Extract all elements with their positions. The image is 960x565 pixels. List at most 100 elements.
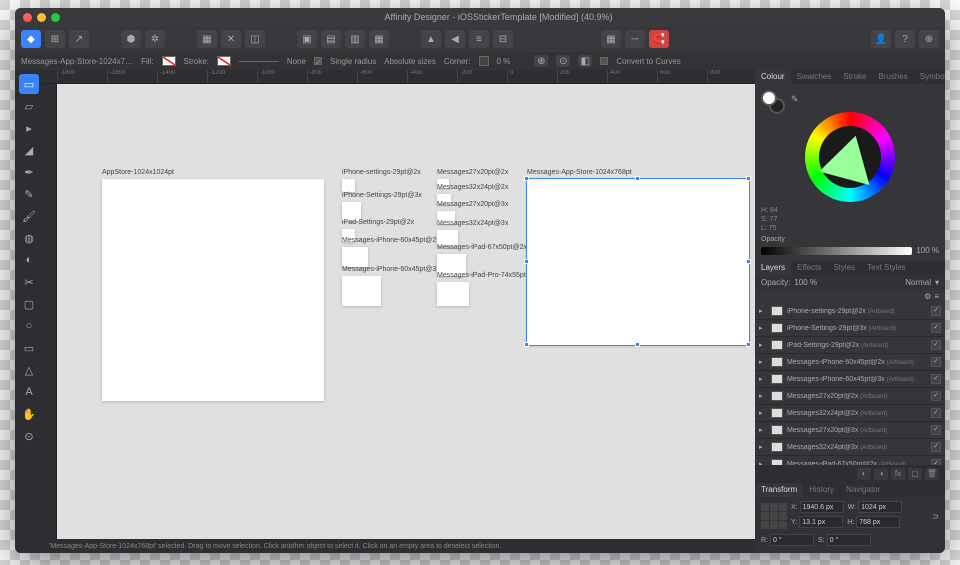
toolbar-account[interactable]: 👤 (871, 30, 891, 48)
expand-icon[interactable]: ▸ (759, 392, 767, 400)
artboard-label[interactable]: Messages-App-Store-1024x768pt (527, 169, 632, 176)
layer-row[interactable]: ▸Messages32x24pt@3x (Artboard)✓ (755, 439, 945, 456)
layer-row[interactable]: ▸iPhone-settings-29pt@2x (Artboard)✓ (755, 303, 945, 320)
link-wh-icon[interactable]: ⊃ (932, 512, 939, 521)
fill-swatch[interactable] (162, 56, 176, 66)
visibility-check[interactable]: ✓ (931, 408, 941, 418)
convert-check[interactable] (600, 57, 608, 65)
visibility-check[interactable]: ✓ (931, 323, 941, 333)
shape-ellipse[interactable]: ○ (19, 316, 39, 336)
expand-icon[interactable]: ▸ (759, 307, 767, 315)
tab-styles[interactable]: Styles (827, 261, 861, 275)
tab-transform[interactable]: Transform (755, 483, 803, 497)
opacity-slider[interactable] (761, 247, 912, 255)
transform-h[interactable] (856, 516, 900, 528)
tab-symbols[interactable]: Symbols (914, 70, 945, 84)
eyedropper-icon[interactable]: ✎ (791, 94, 799, 105)
layer-row[interactable]: ▸Messages27x20pt@3x (Artboard)✓ (755, 422, 945, 439)
shape-other[interactable]: △ (19, 360, 39, 380)
selection-handle[interactable] (746, 176, 751, 181)
expand-icon[interactable]: ▸ (759, 358, 767, 366)
toolbar-prefs[interactable]: ⊕ (919, 30, 939, 48)
layer-row[interactable]: ▸Messages-iPhone-60x45pt@3x (Artboard)✓ (755, 371, 945, 388)
toolbar-defaults[interactable]: ⬢ (121, 30, 141, 48)
selection-handle[interactable] (746, 259, 751, 264)
pencil-tool[interactable]: ✎ (19, 184, 39, 204)
close-window[interactable] (23, 13, 32, 22)
lock-icon[interactable]: ▾ (935, 278, 939, 287)
align-1[interactable]: ≡ (469, 30, 489, 48)
minimize-window[interactable] (37, 13, 46, 22)
artboard-label[interactable]: Messages32x24pt@2x (437, 184, 508, 191)
artboard-label[interactable]: Messages32x24pt@3x (437, 220, 508, 227)
toolbar-sync[interactable]: ✲ (145, 30, 165, 48)
pan-tool[interactable]: ✋ (19, 404, 39, 424)
crop-tool[interactable]: ✂ (19, 272, 39, 292)
transform-r[interactable] (770, 534, 814, 546)
tab-text styles[interactable]: Text Styles (861, 261, 912, 275)
color-wheel[interactable] (805, 112, 895, 202)
artboard-label[interactable]: iPhone-settings-29pt@2x (342, 169, 421, 176)
artboard-label[interactable]: iPhone-Settings-29pt@3x (342, 192, 422, 199)
layer-row[interactable]: ▸iPad-Settings-29pt@2x (Artboard)✓ (755, 337, 945, 354)
artboard-label[interactable]: AppStore-1024x1024pt (102, 169, 174, 176)
snapping[interactable]: ─ (625, 30, 645, 48)
layer-row[interactable]: ▸Messages-iPad-67x50pt@2x (Artboard)✓ (755, 456, 945, 465)
selection-handle[interactable] (524, 342, 529, 347)
node-tool[interactable]: ▸ (19, 118, 39, 138)
expand-icon[interactable]: ▸ (759, 426, 767, 434)
ctx-btn-3[interactable]: ◧ (578, 55, 592, 67)
transform-s[interactable] (827, 534, 871, 546)
expand-icon[interactable]: ▸ (759, 443, 767, 451)
align-2[interactable]: ⊟ (493, 30, 513, 48)
order-front[interactable]: ▦ (369, 30, 389, 48)
visibility-check[interactable]: ✓ (931, 357, 941, 367)
color-swatches[interactable] (761, 90, 783, 112)
artboard-label[interactable]: Messages-iPhone-60x45pt@2x (342, 237, 440, 244)
ctx-btn-2[interactable]: ⊙ (556, 55, 570, 67)
tab-colour[interactable]: Colour (755, 70, 791, 84)
expand-icon[interactable]: ▸ (759, 324, 767, 332)
artboard-label[interactable]: Messages27x20pt@2x (437, 169, 508, 176)
artboard-tool[interactable]: ▱ (19, 96, 39, 116)
order-frontone[interactable]: ▥ (345, 30, 365, 48)
transform-w[interactable] (858, 501, 902, 513)
expand-icon[interactable]: ▸ (759, 341, 767, 349)
corner-type[interactable] (479, 56, 489, 66)
toolbar-help[interactable]: ? (895, 30, 915, 48)
color-picker-tool[interactable]: ⊙ (19, 426, 39, 446)
expand-icon[interactable]: ▸ (759, 375, 767, 383)
force-pixel[interactable]: 🧲 (649, 30, 669, 48)
stroke-swatch[interactable] (217, 56, 231, 66)
layer-delete[interactable]: 🗑 (925, 468, 939, 480)
persona-pixel[interactable]: ⊞ (45, 30, 65, 48)
layer-opts-icon[interactable]: ⚙ (924, 292, 931, 301)
corner-tool[interactable]: ◢ (19, 140, 39, 160)
layer-adjust[interactable]: ◑ (874, 468, 888, 480)
tab-stroke[interactable]: Stroke (837, 70, 872, 84)
artboard-label[interactable]: Messages27x20pt@3x (437, 201, 508, 208)
tab-effects[interactable]: Effects (791, 261, 827, 275)
move-tool[interactable]: ▭ (19, 74, 39, 94)
selection-handle[interactable] (746, 342, 751, 347)
expand-icon[interactable]: ▸ (759, 409, 767, 417)
pen-tool[interactable]: ✒ (19, 162, 39, 182)
selection-handle[interactable] (635, 176, 640, 181)
single-radius-check[interactable]: ✓ (314, 57, 322, 65)
artboard[interactable]: Messages-iPhone-60x45pt@2x (342, 247, 368, 267)
shape-rect[interactable]: ▢ (19, 294, 39, 314)
tab-swatches[interactable]: Swatches (791, 70, 838, 84)
snap-3[interactable]: ◫ (245, 30, 265, 48)
tab-history[interactable]: History (803, 483, 840, 497)
selection-handle[interactable] (635, 342, 640, 347)
visibility-check[interactable]: ✓ (931, 391, 941, 401)
artboard[interactable]: iPhone-settings-29pt@2x (342, 179, 355, 192)
layer-row[interactable]: ▸Messages27x20pt@2x (Artboard)✓ (755, 388, 945, 405)
shape-rounded[interactable]: ▭ (19, 338, 39, 358)
artboard-label[interactable]: Messages-iPhone-60x45pt@3x (342, 266, 440, 273)
layer-menu-icon[interactable]: ≡ (934, 292, 939, 301)
layer-mask[interactable]: ◐ (857, 468, 871, 480)
transparency-tool[interactable]: ◐ (19, 250, 39, 270)
visibility-check[interactable]: ✓ (931, 374, 941, 384)
artboard[interactable]: Messages-iPad-Pro-74x55pt@2x (437, 282, 469, 306)
